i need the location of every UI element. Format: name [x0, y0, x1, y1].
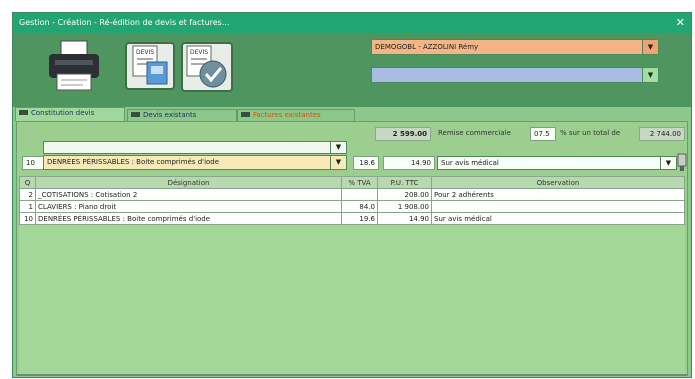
tab-label: Constitution devis: [31, 109, 95, 117]
cell-designation: CLAVIERS : Piano droit: [35, 200, 342, 213]
cell-pu: 1 908.00: [377, 200, 432, 213]
observation-select-value: Sur avis médical: [441, 159, 499, 167]
printer-icon[interactable]: [47, 40, 101, 92]
cell-observation: Sur avis médical: [431, 212, 685, 225]
col-header-pu[interactable]: P.U. TTC: [377, 176, 432, 189]
tab-factures-existantes[interactable]: Factures existantes: [237, 109, 355, 121]
cell-observation: [431, 200, 685, 213]
constitution-panel: 2 599.00 Remise commerciale 07.5 % sur u…: [16, 121, 688, 376]
quantity-input[interactable]: 10: [22, 156, 44, 170]
quote-lines-table: Q Désignation % TVA P.U. TTC Observation…: [19, 176, 685, 374]
table-row[interactable]: 10 DENRÉES PÉRISSABLES : Boite comprimés…: [19, 212, 685, 225]
price-input[interactable]: 14.90: [383, 156, 435, 170]
cell-observation: Pour 2 adhérents: [431, 188, 685, 201]
devis-label-1: DEVIS: [136, 49, 154, 56]
close-icon[interactable]: ✕: [676, 16, 685, 29]
validate-line-icon[interactable]: [677, 152, 688, 172]
tab-label: Devis existants: [143, 111, 197, 119]
chevron-down-icon[interactable]: ▼: [642, 68, 658, 82]
secondary-select[interactable]: ▼: [371, 67, 659, 83]
tab-icon: [131, 111, 140, 117]
cell-q: 1: [19, 200, 36, 213]
total-amount: 2 599.00: [375, 127, 431, 141]
designation-search-select[interactable]: ▼: [43, 141, 347, 154]
tab-devis-existants[interactable]: Devis existants: [127, 109, 237, 121]
cell-pu: 14.90: [377, 212, 432, 225]
col-header-tva[interactable]: % TVA: [341, 176, 378, 189]
tab-icon: [19, 109, 28, 115]
cell-tva: [341, 188, 378, 201]
total-value: 2 744.00: [639, 127, 685, 141]
horizontal-scrollbar[interactable]: [17, 374, 687, 376]
cell-tva: 84.0: [341, 200, 378, 213]
chevron-down-icon[interactable]: ▼: [330, 142, 346, 153]
cell-q: 2: [19, 188, 36, 201]
cell-q: 10: [19, 212, 36, 225]
tab-constitution-devis[interactable]: Constitution devis: [15, 107, 125, 121]
table-row[interactable]: 2 _COTISATIONS : Cotisation 2 208.00 Pou…: [19, 188, 685, 201]
devis-label-2: DEVIS: [190, 49, 208, 56]
tax-input[interactable]: 18.6: [353, 156, 379, 170]
remise-input[interactable]: 07.5: [530, 127, 556, 141]
devis-export-button[interactable]: DEVIS: [125, 42, 175, 90]
devis-validate-button[interactable]: DEVIS: [181, 42, 233, 92]
col-header-observation[interactable]: Observation: [431, 176, 685, 189]
cell-designation: _COTISATIONS : Cotisation 2: [35, 188, 342, 201]
chevron-down-icon[interactable]: ▼: [642, 40, 658, 54]
app-window: Gestion - Création - Ré-édition de devis…: [12, 12, 692, 378]
title-bar: Gestion - Création - Ré-édition de devis…: [13, 13, 691, 33]
col-header-q[interactable]: Q: [19, 176, 36, 189]
tab-icon: [241, 111, 250, 117]
cell-tva: 19.6: [341, 212, 378, 225]
remise-label: Remise commerciale: [438, 129, 511, 137]
client-select-value: DEMOGOBL - AZZOLINI Rémy: [375, 43, 479, 51]
tab-bar: Constitution devis Devis existants Factu…: [13, 107, 691, 121]
cell-designation: DENRÉES PÉRISSABLES : Boite comprimés d'…: [35, 212, 342, 225]
designation-select[interactable]: DENRÉES PÉRISSABLES : Boite comprimés d'…: [43, 155, 347, 170]
toolbar: DEVIS DEVIS DEMOGOBL - AZZOLINI Rémy ▼ ▼: [13, 33, 691, 107]
observation-select[interactable]: Sur avis médical ▼: [437, 156, 677, 170]
cell-pu: 208.00: [377, 188, 432, 201]
table-row[interactable]: 1 CLAVIERS : Piano droit 84.0 1 908.00: [19, 200, 685, 213]
tab-label: Factures existantes: [253, 111, 321, 119]
total-label: % sur un total de: [560, 129, 621, 137]
table-header-row: Q Désignation % TVA P.U. TTC Observation: [19, 176, 685, 189]
chevron-down-icon[interactable]: ▼: [330, 156, 346, 169]
designation-select-value: DENRÉES PÉRISSABLES : Boite comprimés d'…: [47, 158, 220, 166]
window-title: Gestion - Création - Ré-édition de devis…: [19, 18, 230, 27]
chevron-down-icon[interactable]: ▼: [660, 157, 676, 169]
client-select[interactable]: DEMOGOBL - AZZOLINI Rémy ▼: [371, 39, 659, 55]
col-header-designation[interactable]: Désignation: [35, 176, 342, 189]
